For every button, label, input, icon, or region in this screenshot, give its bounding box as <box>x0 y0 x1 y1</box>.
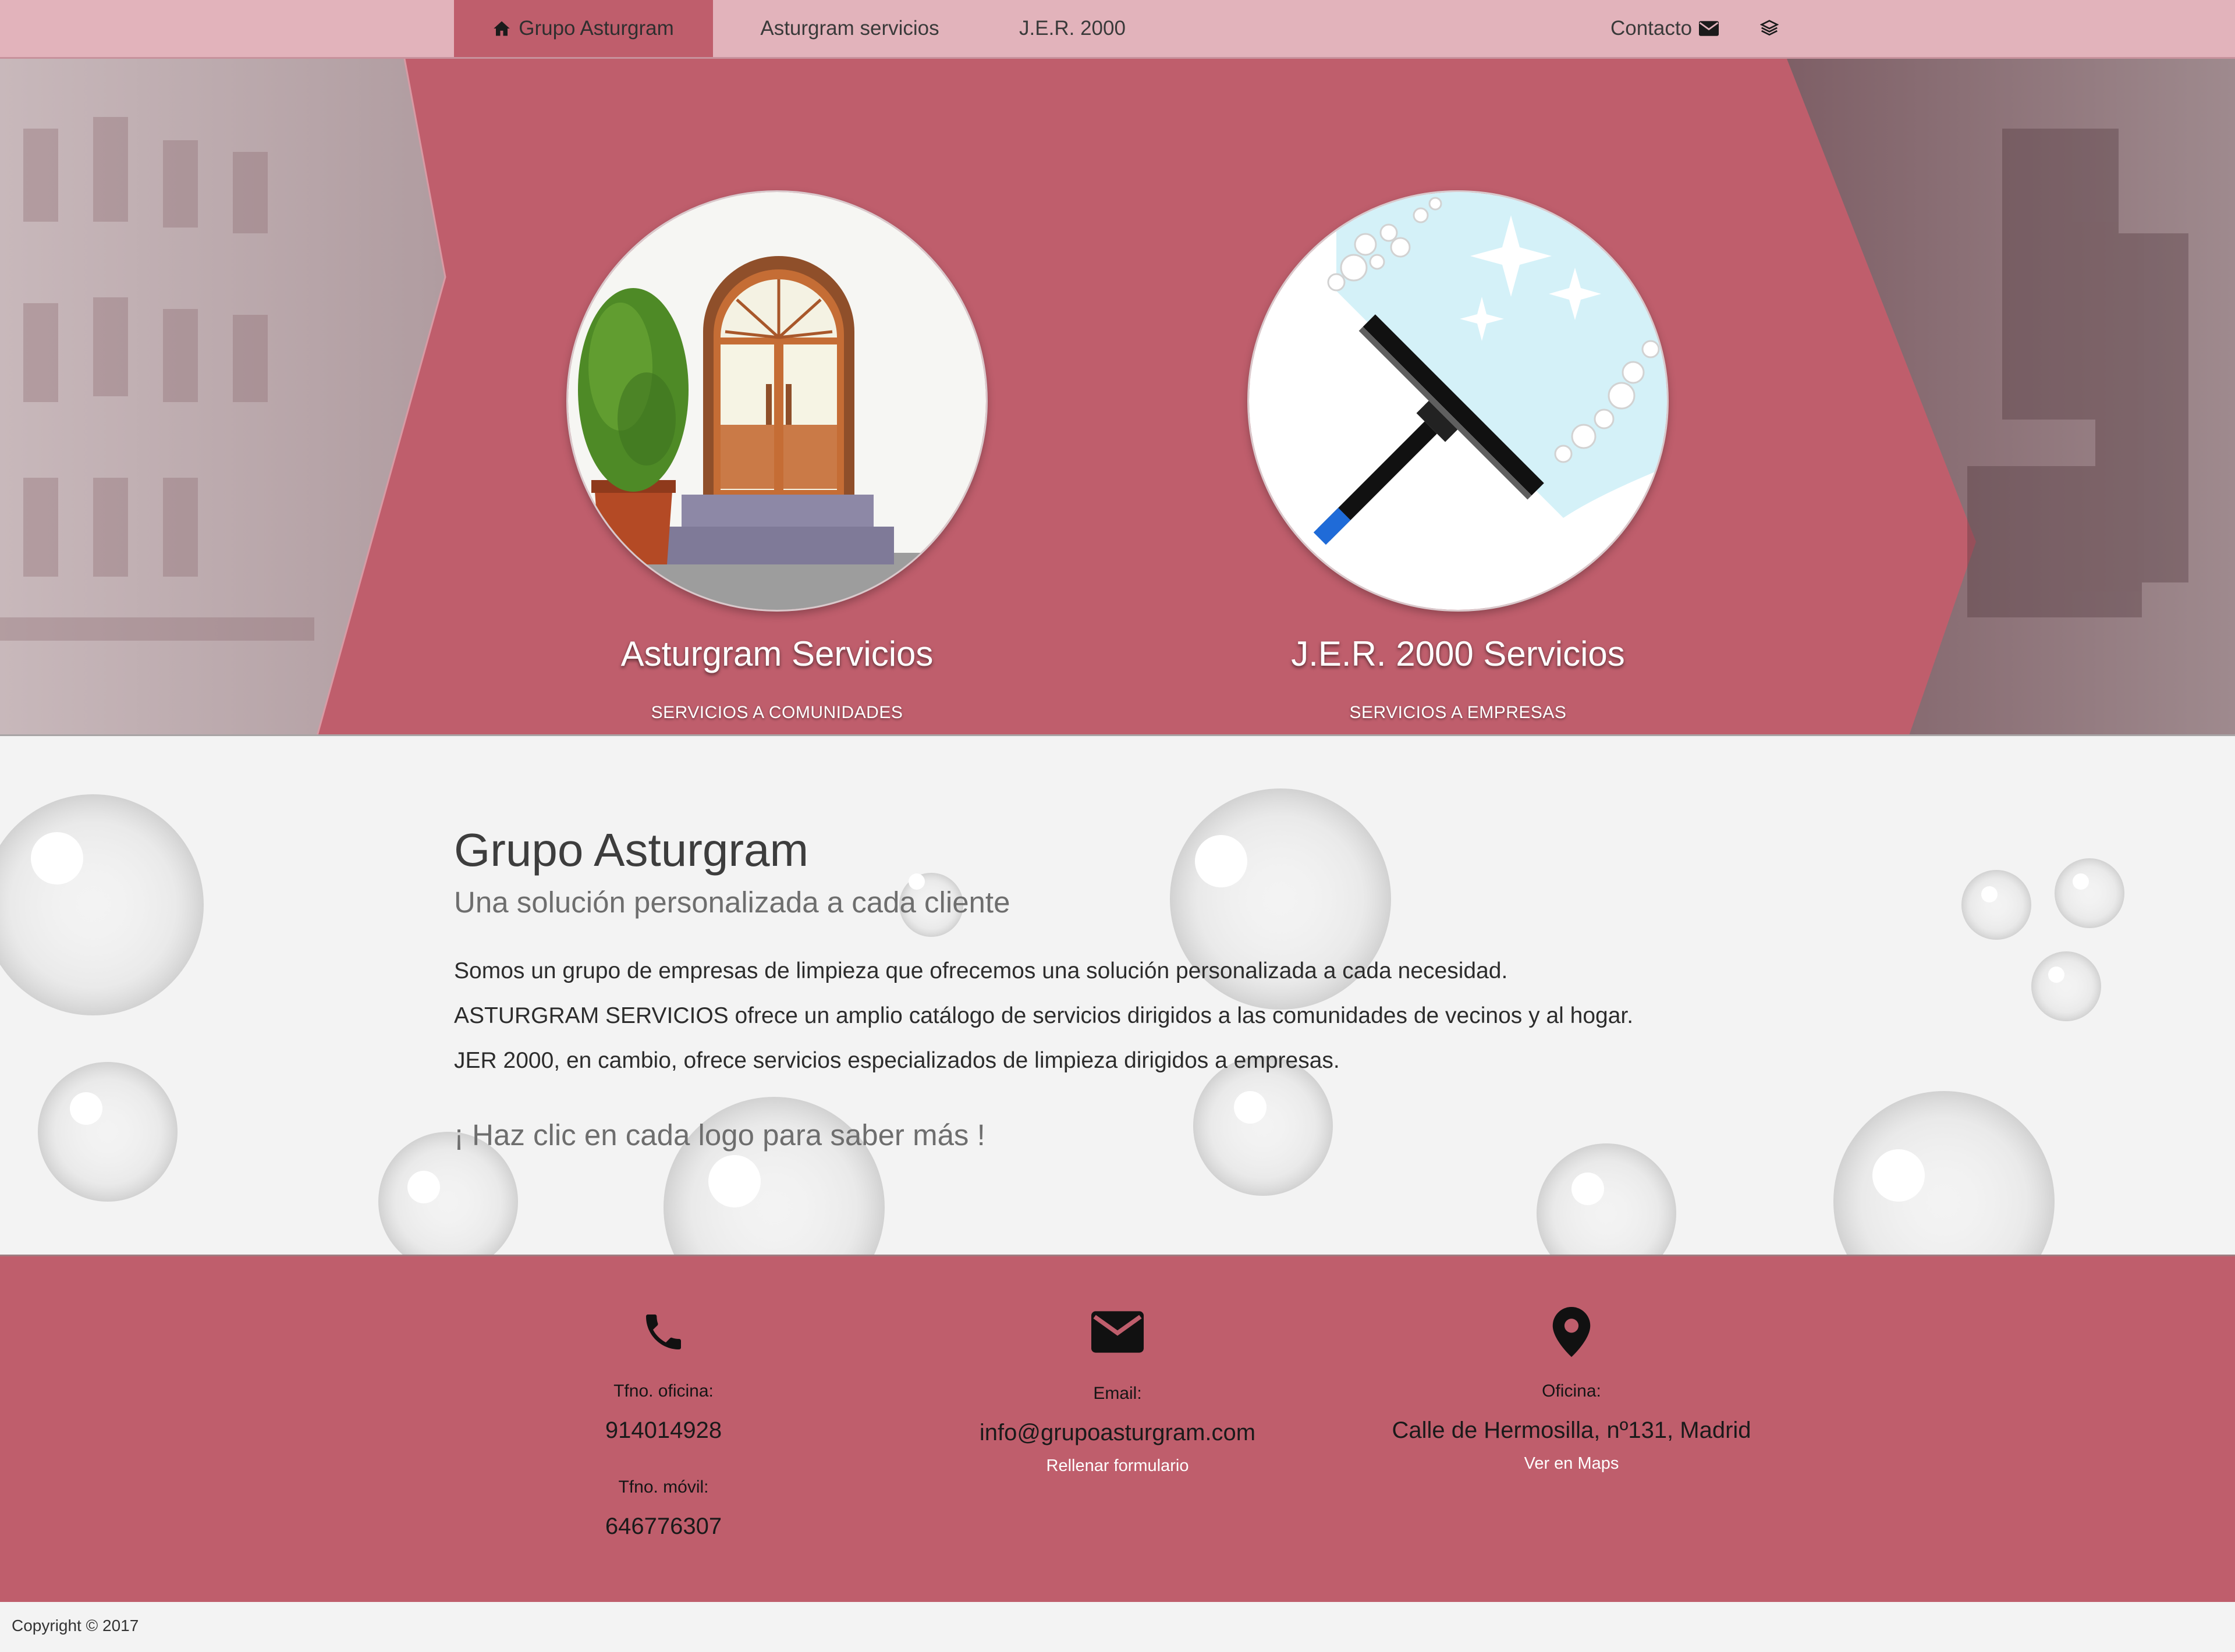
copyright-text: Copyright © 2017 <box>12 1617 139 1635</box>
asturgram-logo-image[interactable] <box>566 190 988 612</box>
intro-paragraph: JER 2000, en cambio, ofrece servicios es… <box>454 1048 1340 1073</box>
email-icon <box>943 1306 1292 1358</box>
layers-icon <box>1760 19 1779 38</box>
service-title[interactable]: J.E.R. 2000 Servicios <box>1247 634 1669 674</box>
contact-form-link[interactable]: Rellenar formulario <box>943 1456 1292 1476</box>
nav-item-grupo-asturgram[interactable]: Grupo Asturgram <box>454 0 713 57</box>
office-label: Oficina: <box>1542 1381 1601 1401</box>
office-phone-label: Tfno. oficina: <box>613 1381 714 1401</box>
nav-item-label: Grupo Asturgram <box>519 17 674 40</box>
nav-item-asturgram-servicios[interactable]: Asturgram servicios <box>736 0 963 57</box>
maps-link[interactable]: Ver en Maps <box>1339 1454 1804 1473</box>
hero-background <box>0 59 2235 736</box>
cta-text: ¡ Haz clic en cada logo para saber más ! <box>454 1118 985 1152</box>
nav-item-label: Contacto <box>1610 17 1693 40</box>
jer-2000-logo-image[interactable] <box>1247 190 1669 612</box>
contact-footer: Tfno. oficina: 914014928 Tfno. móvil: 64… <box>0 1255 2235 1602</box>
email-address[interactable]: info@grupoasturgram.com <box>943 1420 1292 1446</box>
intro-section: Grupo Asturgram Una solución personaliza… <box>0 736 2235 1255</box>
office-phone-number[interactable]: 914014928 <box>547 1417 780 1444</box>
email-label: Email: <box>1093 1384 1142 1403</box>
intro-paragraph: Somos un grupo de empresas de limpieza q… <box>454 958 1508 983</box>
service-asturgram[interactable]: Asturgram Servicios SERVICIOS A COMUNIDA… <box>566 190 988 723</box>
footer-office: Oficina: Calle de Hermosilla, nº131, Mad… <box>1339 1306 1804 1473</box>
footer-phone: Tfno. oficina: 914014928 Tfno. móvil: 64… <box>547 1306 780 1540</box>
page-subtitle: Una solución personalizada a cada client… <box>454 886 1010 919</box>
nav-item-label: J.E.R. 2000 <box>1019 17 1126 40</box>
top-navbar: Grupo Asturgram Asturgram servicios J.E.… <box>0 0 2235 59</box>
mobile-phone-number[interactable]: 646776307 <box>547 1514 780 1540</box>
page-title: Grupo Asturgram <box>454 824 809 876</box>
service-title[interactable]: Asturgram Servicios <box>566 634 988 674</box>
layers-button[interactable] <box>1752 0 1787 57</box>
copyright-bar: Copyright © 2017 <box>0 1602 2235 1652</box>
office-address: Calle de Hermosilla, nº131, Madrid <box>1392 1417 1751 1443</box>
nav-item-contacto[interactable]: Contacto <box>1595 0 1734 57</box>
phone-icon <box>547 1306 780 1358</box>
page: Grupo Asturgram Asturgram servicios J.E.… <box>0 0 2235 1652</box>
hero-banner: Asturgram Servicios SERVICIOS A COMUNIDA… <box>0 59 2235 736</box>
home-icon <box>493 20 510 37</box>
nav-item-jer-2000[interactable]: J.E.R. 2000 <box>989 0 1155 57</box>
mail-icon <box>1699 21 1719 36</box>
service-jer-2000[interactable]: J.E.R. 2000 Servicios SERVICIOS A EMPRES… <box>1247 190 1669 723</box>
intro-paragraph: ASTURGRAM SERVICIOS ofrece un amplio cat… <box>454 1003 1634 1028</box>
mobile-phone-label: Tfno. móvil: <box>618 1477 709 1497</box>
map-pin-icon <box>1339 1306 1804 1358</box>
service-subtitle: SERVICIOS A COMUNIDADES <box>651 703 903 722</box>
service-subtitle: SERVICIOS A EMPRESAS <box>1349 703 1567 722</box>
nav-item-label: Asturgram servicios <box>760 17 939 40</box>
footer-email: Email: info@grupoasturgram.com Rellenar … <box>943 1306 1292 1476</box>
